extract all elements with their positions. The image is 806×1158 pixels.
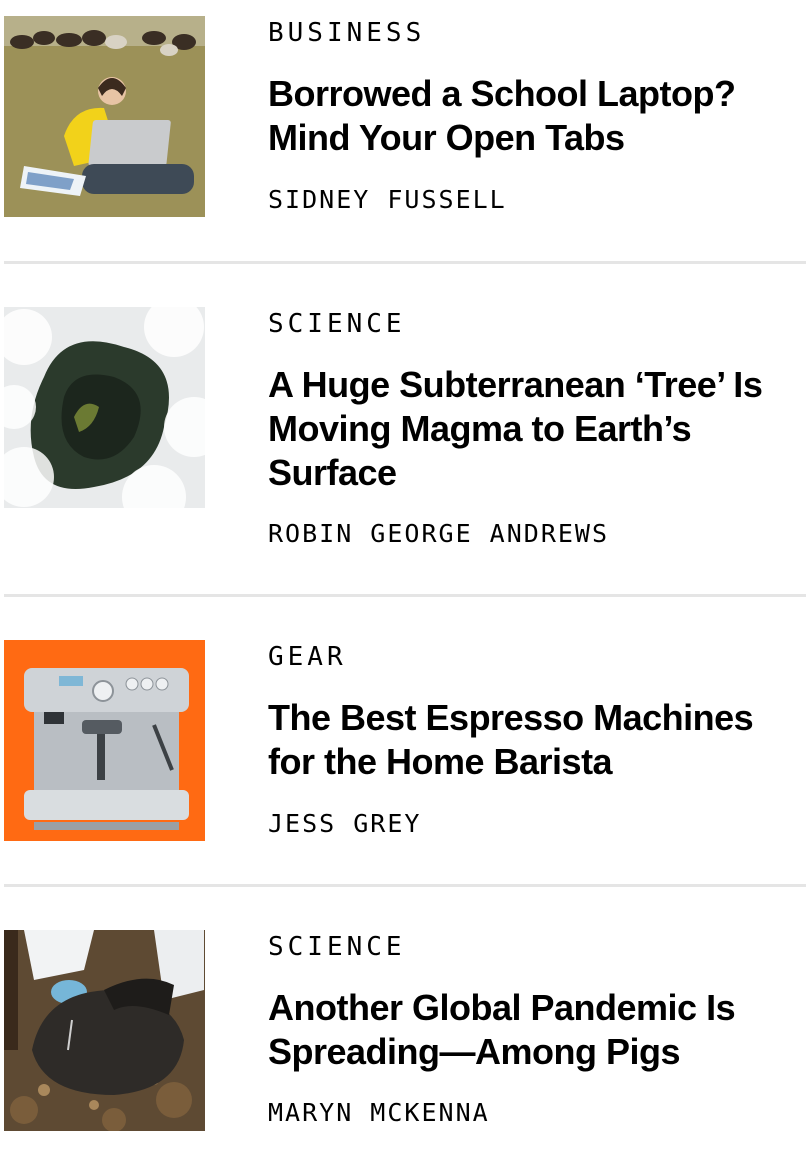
dead-pig-sampling-photo (4, 930, 205, 1131)
article-thumbnail[interactable] (4, 16, 205, 217)
girl-with-laptop-photo (4, 16, 205, 217)
article-thumbnail[interactable] (4, 930, 205, 1131)
article-category[interactable]: SCIENCE (268, 930, 406, 964)
article-title[interactable]: Another Global Pandemic Is Spreading—Amo… (268, 986, 788, 1074)
article-thumbnail[interactable] (4, 307, 205, 508)
article-author[interactable]: JESS GREY (268, 808, 421, 840)
article-author[interactable]: MARYN MCKENNA (268, 1097, 490, 1129)
divider (4, 261, 806, 264)
article-title[interactable]: The Best Espresso Machines for the Home … (268, 696, 788, 784)
article-category[interactable]: BUSINESS (268, 16, 425, 50)
article-author[interactable]: ROBIN GEORGE ANDREWS (268, 518, 609, 550)
article-thumbnail[interactable] (4, 640, 205, 841)
divider (4, 594, 806, 597)
article-title[interactable]: Borrowed a School Laptop? Mind Your Open… (268, 72, 788, 160)
divider (4, 884, 806, 887)
article-category[interactable]: SCIENCE (268, 307, 406, 341)
article-author[interactable]: SIDNEY FUSSELL (268, 184, 507, 216)
espresso-machine-photo (4, 640, 205, 841)
article-title[interactable]: A Huge Subterranean ‘Tree’ Is Moving Mag… (268, 363, 788, 495)
volcanic-vent-steam-photo (4, 307, 205, 508)
article-category[interactable]: GEAR (268, 640, 347, 674)
